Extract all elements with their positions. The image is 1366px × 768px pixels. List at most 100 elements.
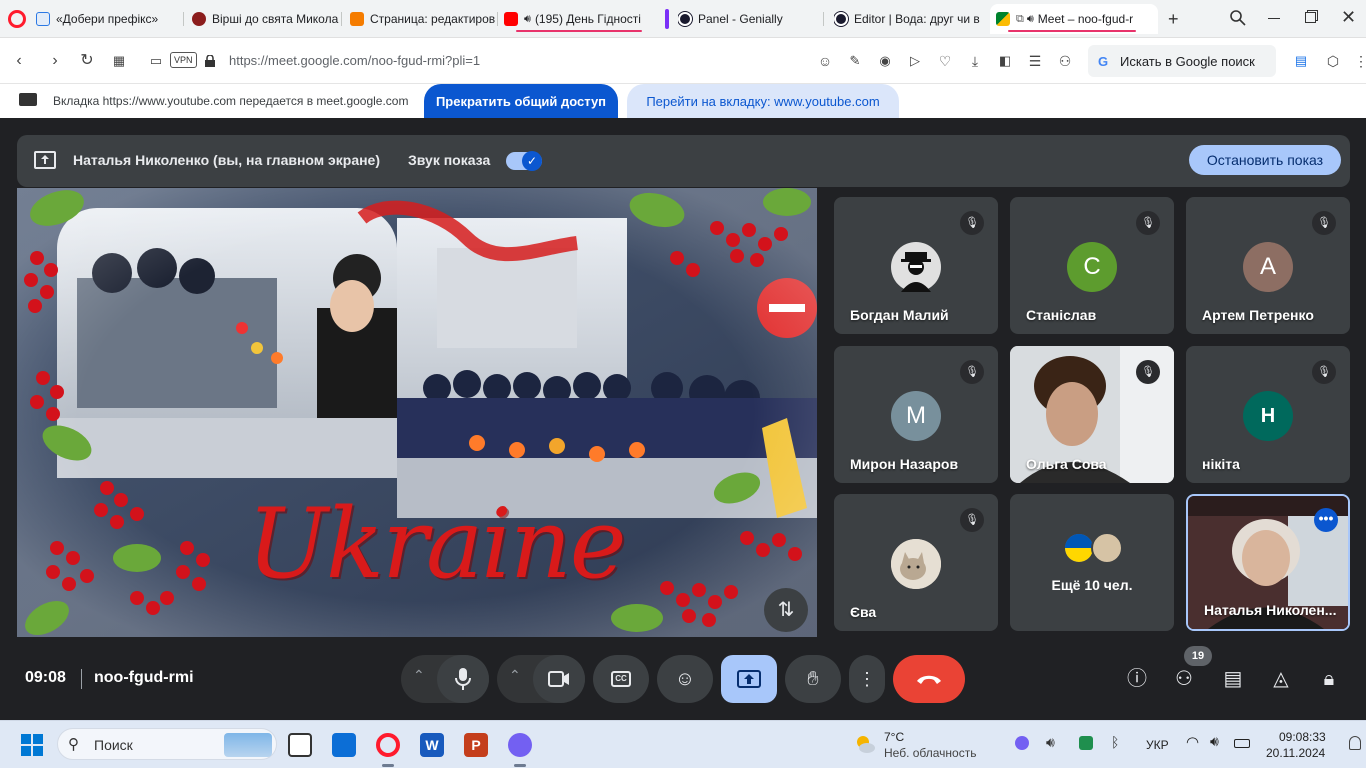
bluetooth-tray-icon[interactable]: ᛒ [1111,734,1119,750]
url-host: https://meet.google.com [229,53,368,68]
divider [81,669,82,689]
swap-layout-icon[interactable]: ⇅ [764,588,808,632]
chat-icon[interactable]: ▤ [1220,666,1246,692]
microsoft-store-icon[interactable] [332,733,356,757]
clock-time[interactable]: 09:08:33 [1279,730,1326,744]
more-options-button[interactable]: ⋮ [849,655,885,703]
tab-virshi[interactable]: Вірші до свята Микола [192,4,342,34]
speaker-icon[interactable]: 🔊︎ [1210,733,1219,750]
language-indicator[interactable]: УКР [1146,738,1169,752]
taskbar-search[interactable]: ⚲ Поиск [57,728,277,760]
participant-tile[interactable]: 🎙︎ А Артем Петренко [1186,197,1350,334]
goto-tab-button[interactable]: Перейти на вкладку: www.youtube.com [627,84,899,118]
tab-dobery-prefiks[interactable]: «Добери префікс» [36,4,184,34]
opera-logo-icon[interactable] [8,10,26,28]
self-video-tile[interactable]: ••• Наталья Николен... [1186,494,1350,631]
participant-tile[interactable]: 🎙︎ Богдан Малий [834,197,998,334]
notification-icon[interactable] [1349,736,1361,750]
viber-tray-icon[interactable] [1015,736,1029,750]
audio-share-label: Звук показа [408,152,491,168]
reload-icon[interactable]: ↻ [76,50,98,72]
restore-icon[interactable] [1305,12,1316,23]
camera-button[interactable] [533,655,585,703]
defender-tray-icon[interactable] [1079,736,1093,750]
powerpoint-icon[interactable]: P [464,733,488,757]
url-field[interactable]: https://meet.google.com/noo-fgud-rmi?pli… [229,53,480,68]
opera-taskbar-icon[interactable] [376,733,400,757]
minimize-icon[interactable] [1268,18,1280,19]
profile-icon[interactable]: ⚇ [1054,50,1076,72]
download-icon[interactable]: ⤓ [964,50,986,72]
tab-genially-panel[interactable]: Panel - Genially [678,4,824,34]
tab-title: Editor | Вода: друг чи в [854,12,980,26]
activities-icon[interactable]: ◬ [1268,666,1294,692]
meeting-code[interactable]: noo-fgud-rmi [94,669,194,687]
lock-icon [205,54,215,67]
emoji-icon[interactable]: ☺ [814,50,836,72]
audio-share-toggle[interactable]: ✓ [506,151,542,171]
tab-title: Страница: редактиров [370,12,496,26]
tab-meet[interactable]: ⧉ 🔊︎ Meet – noo-fgud-r [990,4,1158,34]
participant-video-tile[interactable]: 🎙︎ Ольга Сова [1010,346,1174,483]
mic-options-chevron-icon[interactable]: ⌃ [413,667,425,684]
forward-icon[interactable]: › [44,50,66,72]
edit-icon[interactable]: ✎ [844,50,866,72]
reactions-button[interactable]: ☺ [657,655,713,703]
settings-sliders-icon[interactable]: ☰ [1024,50,1046,72]
wifi-icon[interactable]: ◠ [1186,733,1199,751]
microphone-button[interactable] [437,655,489,703]
people-icon[interactable]: ⚇ [1171,666,1197,692]
battery-icon[interactable] [1234,739,1250,748]
vpn-badge[interactable]: VPN [170,52,197,68]
viber-icon[interactable] [508,733,532,757]
more-menu-icon[interactable]: ⋮ [1350,50,1366,72]
raise-hand-button[interactable]: ✋︎ [785,655,841,703]
volume-tray-icon[interactable]: 🔊︎ [1046,734,1055,751]
participant-name: Артем Петренко [1202,307,1314,323]
sidebar-icon[interactable]: ◧ [994,50,1016,72]
browser-tab-strip: «Добери префікс» Вірші до свята Микола С… [0,0,1366,38]
tab-youtube[interactable]: 🔊︎ (195) День Гідності [504,4,654,34]
host-controls-icon[interactable]: 🔒︎ [1316,666,1342,692]
participant-tile[interactable]: 🎙︎ С Станіслав [1010,197,1174,334]
extension-icon[interactable]: ▤ [1290,50,1312,72]
search-tabs-icon[interactable] [1229,9,1247,27]
meeting-time: 09:08 [25,669,66,686]
camera-options-chevron-icon[interactable]: ⌃ [509,667,521,684]
google-search-box[interactable]: G Искать в Google поиск [1088,45,1276,77]
cube-extension-icon[interactable]: ⬡ [1322,50,1344,72]
participant-name: Станіслав [1026,307,1097,323]
close-icon[interactable]: ✕ [1341,7,1356,28]
captions-button[interactable]: CC [593,655,649,703]
more-participants-tile[interactable]: Ещё 10 чел. [1010,494,1174,631]
weather-icon[interactable] [854,733,876,755]
participant-tile[interactable]: 🎙︎ Єва [834,494,998,631]
shared-screen-video[interactable]: Ukraine ⇅ [17,188,817,637]
participant-name: нікіта [1202,456,1240,472]
tab-genially-editor[interactable]: Editor | Вода: друг чи в [834,4,984,34]
task-view-icon[interactable] [288,733,312,757]
participant-name: Єва [850,604,877,620]
clock-date[interactable]: 20.11.2024 [1266,746,1325,760]
windows-start-icon[interactable] [21,734,43,756]
camera-icon[interactable]: ▭ [145,50,167,72]
leave-call-button[interactable] [893,655,965,703]
send-icon[interactable]: ▷ [904,50,926,72]
stop-presenting-button[interactable]: Остановить показ [1189,145,1341,175]
tab-grid-icon[interactable]: ▦ [108,50,130,72]
meeting-info-icon[interactable]: ⓘ [1124,666,1150,692]
present-button[interactable] [721,655,777,703]
participant-tile[interactable]: 🎙︎ Н нікіта [1186,346,1350,483]
new-tab-button[interactable]: + [1168,9,1179,30]
address-bar: ‹ › ↻ ▦ ▭ VPN https://meet.google.com/no… [0,38,1366,84]
word-icon[interactable]: W [420,733,444,757]
back-icon[interactable]: ‹ [8,50,30,72]
tab-stranitsa[interactable]: Страница: редактиров [350,4,498,34]
google-meet-icon [996,12,1010,26]
stop-sharing-button[interactable]: Прекратить общий доступ [424,84,618,118]
present-screen-icon [34,151,56,169]
snapshot-icon[interactable]: ◉ [874,50,896,72]
participant-tile[interactable]: 🎙︎ М Мирон Назаров [834,346,998,483]
more-options-icon[interactable]: ••• [1314,508,1338,532]
heart-icon[interactable]: ♡ [934,50,956,72]
